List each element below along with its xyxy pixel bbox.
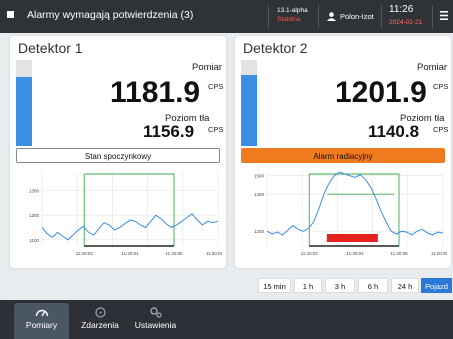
level-bar-fill (16, 77, 32, 146)
state-indicator: Stan spoczynkowy (16, 148, 220, 163)
version-number: 13.1-alpha (277, 7, 308, 14)
gears-icon (149, 307, 162, 318)
x-tick-label: 11:20:02 (301, 251, 319, 256)
level-bar-fill (241, 74, 257, 146)
range-1h-button[interactable]: 1 h (294, 278, 322, 293)
measurement-value: 1181.9 (110, 76, 201, 109)
y-tick-label: 1200 (29, 213, 40, 218)
hamburger-menu-icon[interactable] (440, 11, 448, 20)
divider (432, 5, 433, 28)
level-bar (241, 60, 257, 146)
x-tick-label: 11:20:08 (431, 251, 447, 256)
y-tick-label: 1100 (29, 238, 39, 243)
range-24h-button[interactable]: 24 h (391, 278, 419, 293)
detector-name: Detektor 1 (18, 40, 83, 56)
alarm-notification[interactable]: Alarmy wymagają potwierdzenia (3) (27, 9, 193, 21)
y-tick-label: 1500 (254, 174, 265, 179)
alarm-square-icon[interactable] (7, 11, 14, 18)
level-bar (16, 60, 32, 146)
background-value: 1140.8 (368, 122, 420, 141)
measurement-unit: CPS (433, 82, 449, 91)
detector-name: Detektor 2 (243, 40, 308, 56)
tab-events[interactable]: Zdarzenia (75, 303, 125, 339)
x-tick-label: 11:20:04 (121, 251, 139, 256)
tab-label: Ustawienia (134, 320, 177, 330)
version-status: Stabilna (277, 16, 301, 23)
measurement-chart[interactable]: 1300 1200 1100 11:20:02 11:20:04 11:20:06 11:2… (14, 168, 222, 262)
divider (268, 5, 269, 28)
measurement-chart[interactable]: 1500 1400 1200 11:20:02 11:20:04 11:20:06 11:2… (239, 168, 447, 262)
series-line (266, 171, 444, 236)
tab-settings[interactable]: Ustawienia (128, 303, 183, 339)
tab-label: Pomiary (25, 320, 58, 330)
divider (381, 5, 382, 28)
background-unit: CPS (433, 125, 449, 134)
gauge-icon (35, 309, 48, 317)
divider (318, 5, 319, 28)
measurement-label: Pomiar (417, 62, 448, 73)
x-tick-label: 11:20:04 (346, 251, 364, 256)
x-tick-label: 11:20:06 (390, 251, 408, 256)
x-tick-label: 11:20:06 (165, 251, 183, 256)
y-tick-label: 1400 (254, 192, 265, 197)
x-tick-label: 11:20:02 (76, 251, 94, 256)
tab-measurements[interactable]: Pomiary (14, 303, 69, 339)
top-bar: Alarmy wymagają potwierdzenia (3) 13.1-a… (0, 0, 453, 33)
y-tick-label: 1300 (29, 189, 40, 194)
alarm-marker (326, 234, 378, 242)
clock-icon (94, 307, 106, 318)
detector-panel[interactable]: Detektor 1 Pomiar 1181.9 CPS Poziom tła … (10, 36, 226, 268)
tab-label: Zdarzenia (81, 320, 119, 330)
range-vehicle-button[interactable]: Pojazd (421, 278, 452, 293)
range-6h-button[interactable]: 6 h (358, 278, 388, 293)
clock-date: 2024-02-21 (389, 19, 423, 26)
detector-panel[interactable]: Detektor 2 Pomiar 1201.9 CPS Poziom tła … (235, 36, 451, 268)
measurement-value: 1201.9 (335, 76, 427, 109)
y-tick-label: 1200 (254, 229, 265, 234)
version-info: 13.1-alpha Stabilna (277, 6, 308, 24)
range-15min-button[interactable]: 15 min (258, 278, 291, 293)
clock-time: 11:26 (389, 4, 414, 15)
background-value: 1156.9 (143, 122, 195, 141)
x-tick-label: 11:20:08 (206, 251, 222, 256)
background-unit: CPS (208, 125, 224, 134)
user-name[interactable]: Polon-Izot (340, 12, 374, 21)
user-icon (327, 12, 336, 21)
range-3h-button[interactable]: 3 h (325, 278, 355, 293)
series-line (41, 213, 219, 241)
measurement-unit: CPS (208, 82, 224, 91)
measurement-label: Pomiar (192, 62, 223, 73)
alarm-indicator: Alarm radiacyjny (241, 148, 445, 163)
